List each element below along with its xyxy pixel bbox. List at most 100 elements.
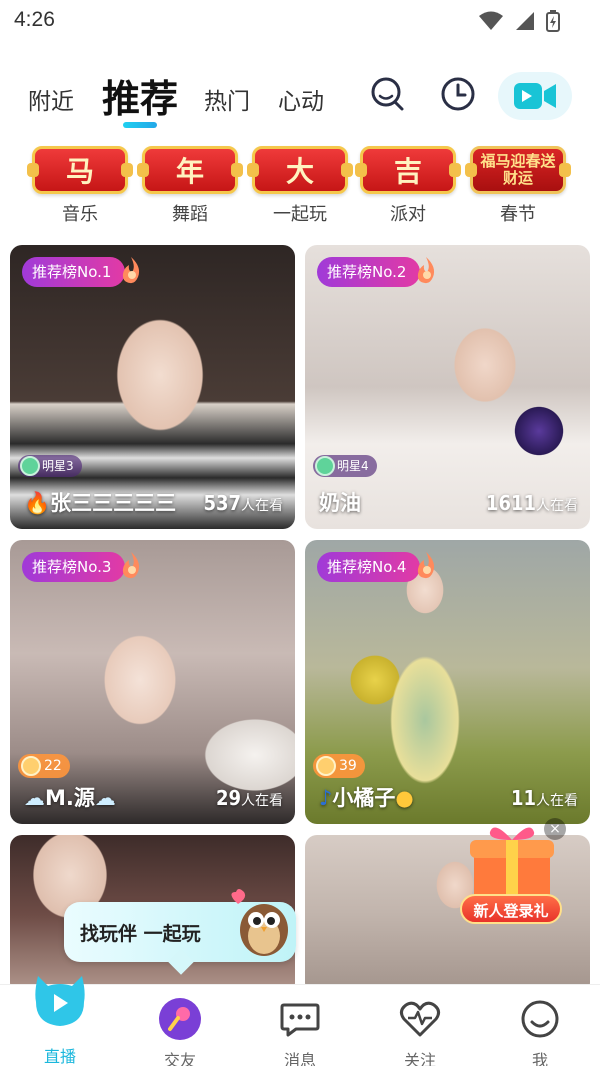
- category-badge: 福马迎春送财运: [465, 146, 571, 194]
- category-label: 舞蹈: [172, 204, 208, 225]
- category-row: 马 音乐 年 舞蹈 大 一起玩 吉 派对 福马迎春送财运 春节: [0, 146, 600, 232]
- viewer-info: 29人在看: [216, 786, 283, 810]
- tab-recommend[interactable]: 推荐: [102, 68, 178, 123]
- live-card[interactable]: 推荐榜No.2 明星4 奶油 1611人在看: [305, 245, 590, 529]
- bottom-nav-label: 消息: [283, 1051, 316, 1066]
- flame-icon: [122, 552, 140, 579]
- flame-icon: [122, 257, 140, 284]
- bottom-nav-follow[interactable]: 关注: [360, 985, 480, 1066]
- live-card[interactable]: 推荐榜No.1 明星3 🔥张三三三三三 537人在看: [10, 245, 295, 529]
- wifi-icon: [479, 11, 503, 30]
- viewer-suffix: 人在看: [536, 498, 578, 514]
- cloud-icon: ☁: [24, 786, 45, 810]
- level-badge-text: 39: [339, 758, 357, 774]
- owl-mascot-icon: [231, 889, 288, 956]
- bottom-nav-messages[interactable]: 消息: [240, 985, 360, 1066]
- streamer-name: 🔥张三三三三三: [24, 487, 176, 517]
- category-label: 春节: [500, 204, 536, 225]
- music-note-icon: ♪: [319, 786, 333, 810]
- signal-icon: [516, 12, 534, 30]
- viewer-info: 537人在看: [203, 491, 283, 515]
- rank-pill: 推荐榜No.4: [317, 552, 421, 582]
- top-nav: 附近 推荐 热门 心动: [0, 66, 600, 136]
- rank-pill: 推荐榜No.1: [22, 257, 126, 287]
- bottom-nav-label: 交友: [163, 1051, 196, 1066]
- category-label: 一起玩: [273, 204, 327, 225]
- category-badge-text: 年: [175, 155, 204, 188]
- category-badge-text: 吉: [393, 155, 422, 188]
- viewer-suffix: 人在看: [241, 498, 283, 514]
- rank-pill: 推荐榜No.2: [317, 257, 421, 287]
- smile-icon: [521, 1000, 559, 1038]
- streamer-name: ♪小橘子●: [319, 782, 414, 812]
- category-music[interactable]: 马 音乐: [27, 146, 133, 226]
- status-time: 4:26: [14, 8, 55, 31]
- level-badge-text: 22: [44, 758, 62, 774]
- category-badge: 大: [247, 146, 353, 194]
- message-icon: [280, 1003, 320, 1037]
- viewer-count: 29: [215, 786, 241, 810]
- streamer-name-text: 张三三三三三: [50, 491, 177, 515]
- bottom-nav-label: 直播: [43, 1047, 76, 1066]
- star-medal-icon: [315, 456, 335, 476]
- heart-pulse-icon: [399, 1001, 441, 1037]
- viewer-info: 1611人在看: [486, 491, 578, 515]
- orange-icon: ●: [395, 786, 414, 810]
- search-icon[interactable]: [368, 74, 408, 114]
- bottom-nav-friends[interactable]: 交友: [120, 985, 240, 1066]
- category-party[interactable]: 吉 派对: [355, 146, 461, 226]
- level-hex-icon: [316, 756, 336, 776]
- category-badge-text: 马: [65, 155, 94, 188]
- star-badge-text: 明星4: [337, 459, 369, 473]
- category-label: 音乐: [62, 204, 98, 225]
- mic-icon: [159, 998, 201, 1040]
- category-play-together[interactable]: 大 一起玩: [247, 146, 353, 226]
- status-icons: [478, 10, 560, 32]
- active-tab-indicator: [123, 122, 157, 128]
- live-card[interactable]: 推荐榜No.3 22 ☁M.源☁ 29人在看: [10, 540, 295, 824]
- go-live-button[interactable]: [498, 72, 572, 120]
- star-badge: 明星3: [18, 455, 82, 477]
- category-badge-text: 大: [285, 155, 314, 188]
- tab-hot[interactable]: 热门: [204, 82, 250, 116]
- cloud-icon: ☁: [94, 786, 116, 810]
- viewer-suffix: 人在看: [536, 793, 578, 809]
- streamer-name-text: M.源: [45, 786, 95, 810]
- star-medal-icon: [20, 456, 40, 476]
- streamer-name: ☁M.源☁: [24, 782, 116, 812]
- viewer-suffix: 人在看: [241, 793, 283, 809]
- streamer-name: 奶油: [319, 491, 361, 515]
- level-hex-icon: [21, 756, 41, 776]
- status-bar: 4:26: [0, 0, 600, 44]
- category-label: 派对: [390, 204, 426, 225]
- streamer-name-text: 小橘子: [332, 786, 396, 810]
- category-badge: 吉: [355, 146, 461, 194]
- live-card[interactable]: 推荐榜No.4 39 ♪小橘子● 11人在看: [305, 540, 590, 824]
- viewer-count: 11: [510, 786, 536, 810]
- gift-close-button[interactable]: ×: [544, 818, 566, 840]
- category-badge: 马: [27, 146, 133, 194]
- viewer-count: 537: [203, 491, 241, 515]
- flame-icon: [417, 552, 435, 579]
- tab-nearby[interactable]: 附近: [28, 82, 74, 116]
- category-badge-text: 福马迎春送财运: [480, 152, 556, 187]
- level-badge: 39: [313, 754, 365, 778]
- flame-icon: [417, 257, 435, 284]
- history-clock-icon[interactable]: [438, 74, 478, 114]
- category-dance[interactable]: 年 舞蹈: [137, 146, 243, 226]
- newcomer-gift-label[interactable]: 新人登录礼: [460, 894, 562, 924]
- bottom-nav-label: 关注: [403, 1051, 436, 1066]
- tab-heartbeat[interactable]: 心动: [278, 82, 324, 116]
- category-spring-festival[interactable]: 福马迎春送财运 春节: [465, 146, 571, 226]
- viewer-info: 11人在看: [511, 786, 578, 810]
- find-partner-text: 找玩伴 一起玩: [80, 923, 201, 945]
- level-badge: 22: [18, 754, 70, 778]
- live-home-icon[interactable]: [28, 968, 92, 1032]
- bottom-nav-label: 我: [531, 1051, 548, 1066]
- star-badge: 明星4: [313, 455, 377, 477]
- bottom-nav-me[interactable]: 我: [480, 985, 600, 1066]
- viewer-count: 1611: [485, 491, 536, 515]
- category-badge: 年: [137, 146, 243, 194]
- flame-name-icon: 🔥: [24, 491, 51, 515]
- live-video-icon: [514, 83, 556, 109]
